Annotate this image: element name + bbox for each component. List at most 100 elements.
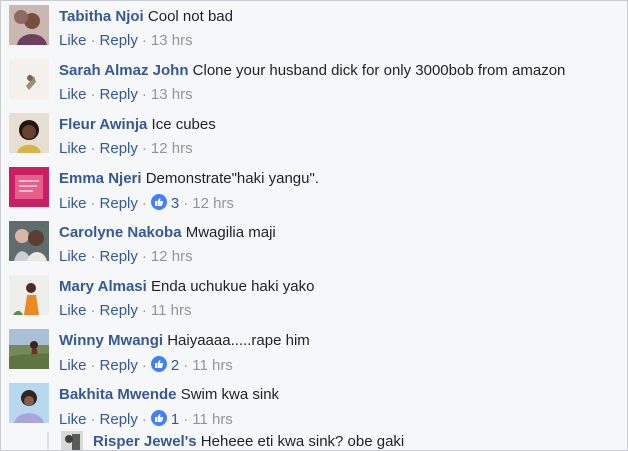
comment-item: Sarah Almaz John Clone your husband dick… (7, 57, 607, 111)
comment-author[interactable]: Emma Njeri (59, 170, 142, 187)
avatar[interactable] (9, 275, 49, 315)
separator: · (90, 411, 96, 428)
comment-text: Cool not bad (147, 8, 233, 25)
avatar[interactable] (9, 167, 49, 207)
comment-author[interactable]: Mary Almasi (59, 278, 147, 295)
comment-item: Mary Almasi Enda uchukue haki yako Like ·… (7, 273, 607, 327)
separator: · (141, 195, 147, 212)
comment-author[interactable]: Tabitha Njoi (59, 8, 144, 25)
reply-link[interactable]: Reply (100, 32, 138, 49)
comment-time[interactable]: 11 hrs (192, 357, 233, 374)
thumbs-up-icon (150, 356, 167, 372)
separator: · (183, 357, 189, 374)
like-count-text: 1 (170, 411, 180, 428)
like-link[interactable]: Like (59, 357, 87, 374)
comment-body: Sarah Almaz John Clone your husband dick… (59, 62, 565, 80)
thumbs-up-icon (150, 410, 167, 426)
avatar[interactable] (9, 221, 49, 261)
separator: · (183, 195, 189, 212)
comment-time[interactable]: 12 hrs (151, 140, 193, 157)
comment-item: Bakhita Mwende Swim kwa sink Like · Reply ·… (7, 381, 607, 435)
avatar[interactable] (9, 383, 49, 423)
comment-body: Fleur Awinja Ice cubes (59, 116, 216, 134)
comment-item: Fleur Awinja Ice cubes Like · Reply · 12 hrs (7, 111, 607, 165)
comment-author[interactable]: Sarah Almaz John (59, 62, 188, 79)
like-link[interactable]: Like (59, 86, 87, 103)
separator: · (90, 140, 96, 157)
comment-text: Demonstrate"haki yangu". (145, 170, 319, 187)
reply-link[interactable]: Reply (100, 357, 138, 374)
reply-body: Risper Jewel's Heheee eti kwa sink? obe … (93, 433, 405, 450)
like-count[interactable]: 1 (150, 410, 180, 429)
comment-text: Enda uchukue haki yako (151, 278, 315, 295)
comments-panel: Tabitha Njoi Cool not bad Like · Reply · 13 … (0, 0, 628, 451)
separator: · (141, 302, 147, 319)
separator: · (90, 248, 96, 265)
like-link[interactable]: Like (59, 195, 87, 212)
like-count-text: 2 (170, 357, 180, 374)
comment-text: Ice cubes (151, 116, 216, 133)
separator: · (90, 86, 96, 103)
like-link[interactable]: Like (59, 32, 87, 49)
reply-comment: Risper Jewel's Heheee eti kwa sink? obe … (61, 431, 621, 450)
comment-body: Mary Almasi Enda uchukue haki yako (59, 278, 314, 296)
separator: · (90, 302, 96, 319)
comment-item: Tabitha Njoi Cool not bad Like · Reply · 13 … (7, 3, 607, 57)
comment-author[interactable]: Bakhita Mwende (59, 386, 177, 403)
comment-item: Carolyne Nakoba Mwagilia maji Like · Reply… (7, 219, 607, 273)
separator: · (90, 195, 96, 212)
reply-link[interactable]: Reply (100, 302, 138, 319)
separator: · (183, 411, 189, 428)
avatar[interactable] (9, 329, 49, 369)
thumbs-up-icon (150, 194, 167, 210)
comment-actions: Like · Reply · 13 hrs (59, 32, 193, 50)
comment-text: Mwagilia maji (185, 224, 276, 241)
reply-link[interactable]: Reply (100, 411, 138, 428)
comment-time[interactable]: 13 hrs (151, 86, 193, 103)
comment-body: Emma Njeri Demonstrate"haki yangu". (59, 170, 319, 188)
comment-actions: Like · Reply · 12 hrs (59, 140, 193, 158)
comment-author[interactable]: Fleur Awinja (59, 116, 147, 133)
like-count[interactable]: 3 (150, 194, 179, 213)
comment-time[interactable]: 11 hrs (192, 411, 233, 428)
comment-actions: Like · Reply · 3 · 12 hrs (59, 194, 234, 213)
reply-text: Heheee eti kwa sink? obe gaki (200, 433, 405, 450)
comment-time[interactable]: 11 hrs (151, 302, 192, 319)
reply-link[interactable]: Reply (100, 140, 138, 157)
avatar[interactable] (61, 431, 83, 450)
comment-actions: Like · Reply · 13 hrs (59, 86, 193, 104)
comment-actions: Like · Reply · 11 hrs (59, 302, 191, 320)
avatar[interactable] (9, 59, 49, 99)
separator: · (90, 357, 96, 374)
like-link[interactable]: Like (59, 302, 87, 319)
like-link[interactable]: Like (59, 248, 87, 265)
comment-actions: Like · Reply · 1 · 11 hrs (59, 410, 233, 429)
comment-time[interactable]: 12 hrs (151, 248, 193, 265)
comment-body: Tabitha Njoi Cool not bad (59, 8, 233, 26)
comment-item: Winny Mwangi Haiyaaaa.....rape him Like ·… (7, 327, 607, 381)
comment-body: Winny Mwangi Haiyaaaa.....rape him (59, 332, 310, 350)
reply-link[interactable]: Reply (100, 195, 138, 212)
comment-text: Swim kwa sink (180, 386, 280, 403)
comment-text: Clone your husband dick for only 3000bob… (192, 62, 566, 79)
reply-link[interactable]: Reply (100, 86, 138, 103)
separator: · (141, 140, 147, 157)
avatar[interactable] (9, 113, 49, 153)
like-link[interactable]: Like (59, 140, 87, 157)
separator: · (90, 32, 96, 49)
separator: · (141, 32, 147, 49)
separator: · (141, 248, 147, 265)
reply-author[interactable]: Risper Jewel's (93, 433, 197, 450)
like-link[interactable]: Like (59, 411, 87, 428)
reply-link[interactable]: Reply (100, 248, 138, 265)
comment-actions: Like · Reply · 12 hrs (59, 248, 193, 266)
avatar[interactable] (9, 5, 49, 45)
comment-body: Carolyne Nakoba Mwagilia maji (59, 224, 276, 242)
comment-author[interactable]: Winny Mwangi (59, 332, 163, 349)
comment-time[interactable]: 12 hrs (192, 195, 234, 212)
comment-body: Bakhita Mwende Swim kwa sink (59, 386, 279, 404)
comment-author[interactable]: Carolyne Nakoba (59, 224, 182, 241)
comment-time[interactable]: 13 hrs (151, 32, 193, 49)
like-count[interactable]: 2 (150, 356, 180, 375)
reply-thread-line (47, 432, 49, 450)
